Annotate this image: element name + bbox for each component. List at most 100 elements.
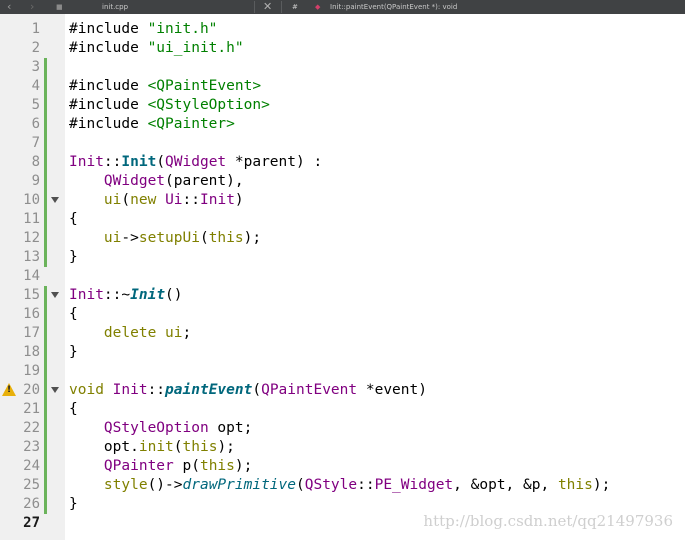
code-token: opt [103, 439, 131, 455]
change-marker [44, 495, 47, 514]
code-token: this [208, 230, 244, 246]
code-token: void [69, 382, 104, 398]
code-line[interactable]: 17 delete ui; [0, 324, 685, 343]
code-text: opt.init(this); [69, 438, 235, 457]
line-number: 17 [23, 325, 40, 341]
code-token: p( [173, 458, 200, 474]
close-document-icon[interactable]: ✕ [263, 0, 272, 14]
code-token: "ui_init.h" [147, 40, 244, 56]
line-number: 24 [23, 458, 40, 474]
code-line[interactable]: 19 [0, 362, 685, 381]
code-text: { [69, 210, 78, 229]
code-text: } [69, 495, 78, 514]
fold-arrow-icon[interactable] [51, 387, 59, 393]
change-marker [44, 96, 47, 115]
code-text: style()->drawPrimitive(QStyle::PE_Widget… [69, 476, 610, 495]
code-line[interactable]: 21 { [0, 400, 685, 419]
code-line[interactable]: 22 QStyleOption opt; [0, 419, 685, 438]
code-token: Init [112, 382, 148, 398]
symbol-combo[interactable]: Init::paintEvent(QPaintEvent *): void [330, 0, 457, 14]
code-text: #include <QStyleOption> [69, 96, 270, 115]
line-number: 14 [23, 268, 40, 284]
code-token: QStyle [304, 477, 358, 493]
code-line[interactable]: 9 QWidget(parent), [0, 172, 685, 191]
toolbar-divider [281, 1, 282, 13]
fold-arrow-icon[interactable] [51, 197, 59, 203]
change-marker [44, 476, 47, 495]
code-token: ( [252, 382, 262, 398]
code-line[interactable]: 11 { [0, 210, 685, 229]
code-token: ui [103, 230, 122, 246]
code-line[interactable]: 10 ui(new Ui::Init) [0, 191, 685, 210]
code-token: } [69, 249, 78, 265]
code-line[interactable]: 20void Init::paintEvent(QPaintEvent *eve… [0, 381, 685, 400]
line-number: 12 [23, 230, 40, 246]
line-number: 22 [23, 420, 40, 436]
line-number: 23 [23, 439, 40, 455]
line-number: 27 [23, 515, 40, 531]
function-symbol-icon: ◆ [315, 3, 321, 11]
code-token: { [69, 401, 78, 417]
line-number: 26 [23, 496, 40, 512]
code-line[interactable]: 18} [0, 343, 685, 362]
line-number: 19 [23, 363, 40, 379]
code-line[interactable]: 6 #include <QPainter> [0, 115, 685, 134]
code-line[interactable]: 14 [0, 267, 685, 286]
code-token: ); [217, 439, 235, 455]
code-text: ui(new Ui::Init) [69, 191, 244, 210]
line-number: 6 [31, 116, 40, 132]
code-line[interactable]: 7 [0, 134, 685, 153]
code-token: ()-> [147, 477, 183, 493]
code-line[interactable]: 16 { [0, 305, 685, 324]
back-arrow-icon[interactable]: ‹ [7, 0, 11, 14]
change-marker [44, 324, 47, 343]
code-token: -> [121, 230, 139, 246]
code-token: ::~ [103, 287, 131, 303]
line-number: 18 [23, 344, 40, 360]
code-token: ( [156, 154, 166, 170]
warning-icon[interactable] [2, 383, 16, 396]
forward-arrow-icon[interactable]: › [30, 0, 34, 14]
change-marker [44, 286, 47, 305]
change-marker [44, 134, 47, 153]
code-token: () [165, 287, 183, 303]
code-text: QStyleOption opt; [69, 419, 252, 438]
code-line[interactable]: 23 opt.init(this); [0, 438, 685, 457]
change-marker [44, 210, 47, 229]
code-line[interactable]: 8 Init::Init(QWidget *parent) : [0, 153, 685, 172]
code-line[interactable]: 15 Init::~Init() [0, 286, 685, 305]
code-token: ( [296, 477, 305, 493]
hash-icon[interactable]: # [292, 0, 298, 14]
code-token: ui [103, 192, 122, 208]
change-marker [44, 191, 47, 210]
code-text: { [69, 400, 78, 419]
code-line[interactable]: 2 #include "ui_init.h" [0, 39, 685, 58]
code-token: :: [147, 382, 166, 398]
code-token: Init [69, 154, 104, 170]
code-token: #include [69, 78, 148, 94]
code-token: ( [121, 192, 131, 208]
code-line[interactable]: 5 #include <QStyleOption> [0, 96, 685, 115]
code-token: { [69, 306, 78, 322]
code-token: Init [200, 192, 235, 208]
code-line[interactable]: 1 #include "init.h" [0, 20, 685, 39]
code-token: this [557, 477, 593, 493]
change-marker [44, 77, 47, 96]
code-line[interactable]: 13} [0, 248, 685, 267]
code-token: ); [243, 230, 262, 246]
code-line[interactable]: 25 style()->drawPrimitive(QStyle::PE_Wid… [0, 476, 685, 495]
code-token: ui [165, 325, 183, 341]
code-token: Init [121, 154, 157, 170]
fold-arrow-icon[interactable] [51, 292, 59, 298]
code-line[interactable]: 4 #include <QPaintEvent> [0, 77, 685, 96]
code-line[interactable]: 24 QPainter p(this); [0, 457, 685, 476]
open-document-combo[interactable]: init.cpp [102, 0, 128, 14]
code-text: { [69, 305, 78, 324]
code-line[interactable]: 3 [0, 58, 685, 77]
code-line[interactable]: 12 ui->setupUi(this); [0, 229, 685, 248]
